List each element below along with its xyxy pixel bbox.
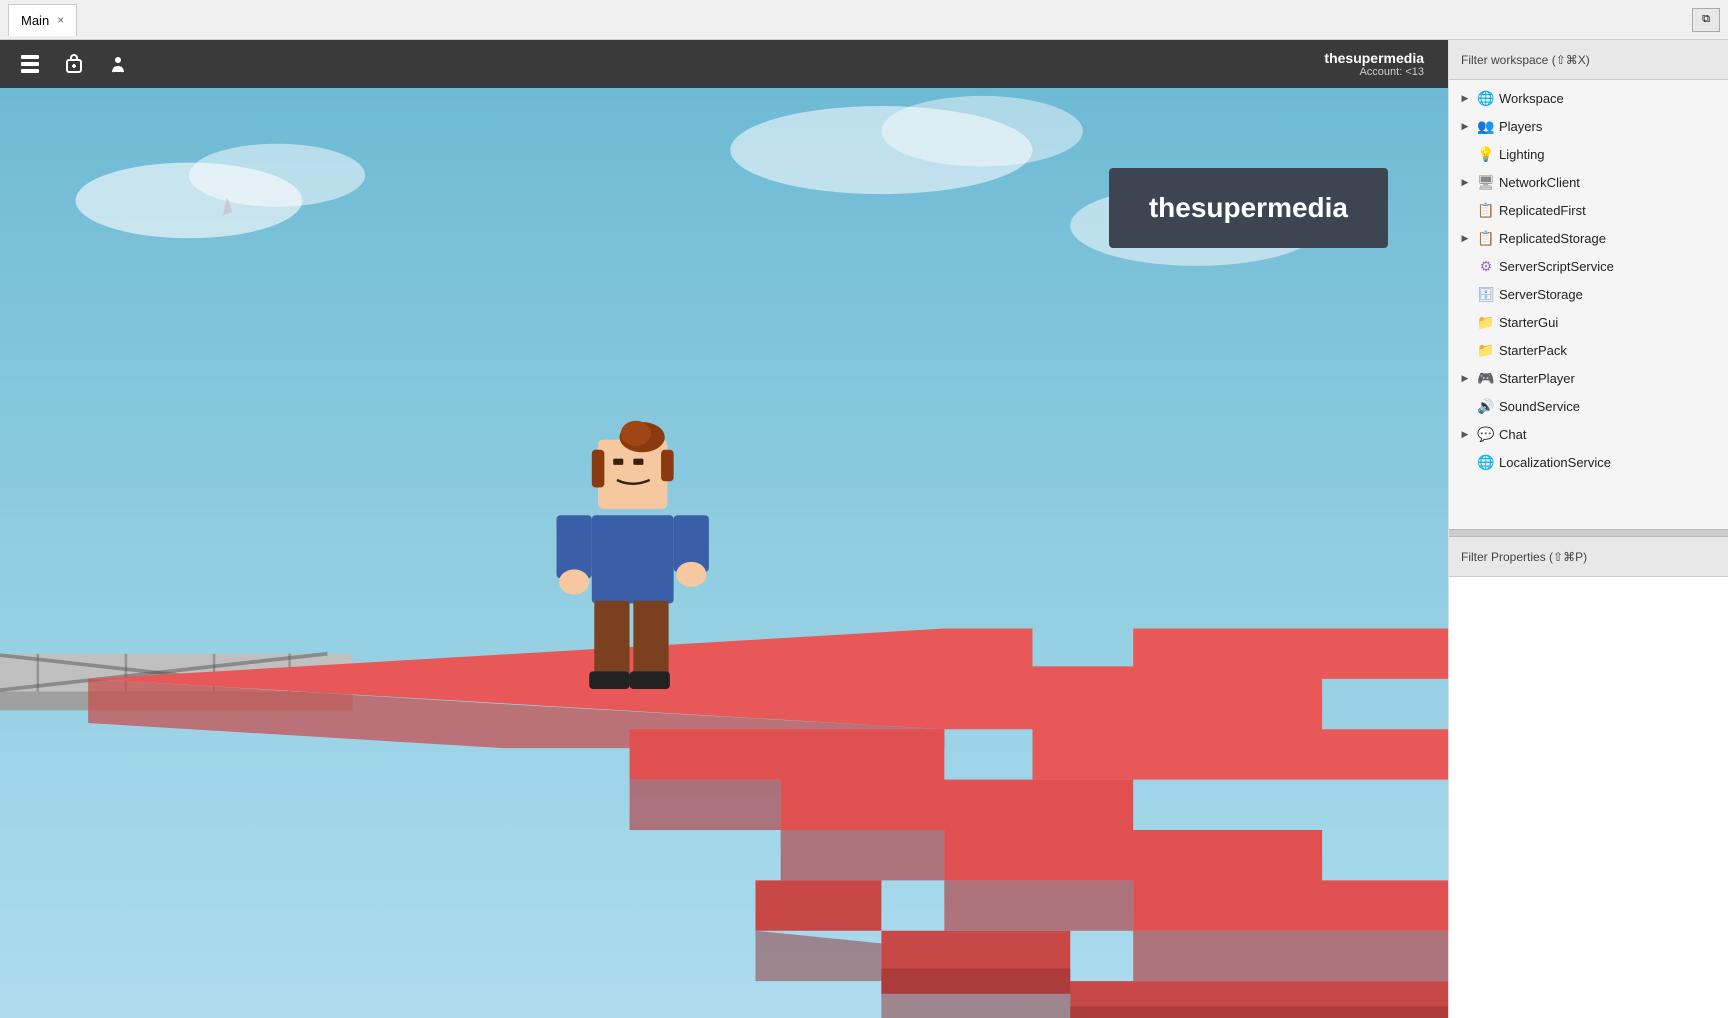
- tree-item-starterpack[interactable]: 📁 StarterPack: [1449, 336, 1728, 364]
- tree-icon-localizationservice: 🌐: [1477, 453, 1495, 471]
- restore-button[interactable]: ⧉: [1692, 8, 1720, 32]
- tree-arrow-networkclient: [1457, 174, 1473, 190]
- tree-icon-players: 👥: [1477, 117, 1495, 135]
- tree-label-localizationservice: LocalizationService: [1499, 455, 1720, 470]
- tree-item-starterplayer[interactable]: 🎮 StarterPlayer: [1449, 364, 1728, 392]
- tree-arrow-starterpack: [1457, 342, 1473, 358]
- tree-arrow-chat: [1457, 426, 1473, 442]
- main-content: thesupermedia Account: <13: [0, 40, 1728, 1018]
- properties-area: [1449, 577, 1728, 1018]
- filter-workspace-label: Filter workspace (⇧⌘X): [1461, 53, 1590, 67]
- tree-item-lighting[interactable]: 💡 Lighting: [1449, 140, 1728, 168]
- tree-item-serverscriptservice[interactable]: ⚙ ServerScriptService: [1449, 252, 1728, 280]
- tree-label-soundservice: SoundService: [1499, 399, 1720, 414]
- tree-label-networkclient: NetworkClient: [1499, 175, 1720, 190]
- title-bar: Main × ⧉: [0, 0, 1728, 40]
- tree-label-chat: Chat: [1499, 427, 1720, 442]
- tree-label-replicatedstorage: ReplicatedStorage: [1499, 231, 1720, 246]
- explorer-tree[interactable]: 🌐 Workspace 👥 Players 💡 Lighting 🖥 Netwo…: [1449, 80, 1728, 529]
- tree-item-serverstorage[interactable]: 🗄 ServerStorage: [1449, 280, 1728, 308]
- tree-label-starterplayer: StarterPlayer: [1499, 371, 1720, 386]
- main-tab[interactable]: Main ×: [8, 4, 77, 36]
- toolbar-account: Account: <13: [1324, 66, 1424, 78]
- tree-item-players[interactable]: 👥 Players: [1449, 112, 1728, 140]
- tree-label-serverstorage: ServerStorage: [1499, 287, 1720, 302]
- tree-arrow-soundservice: [1457, 398, 1473, 414]
- tree-arrow-localizationservice: [1457, 454, 1473, 470]
- tree-item-startergui[interactable]: 📁 StarterGui: [1449, 308, 1728, 336]
- username-overlay: thesupermedia: [1109, 168, 1388, 248]
- tree-label-players: Players: [1499, 119, 1720, 134]
- panel-divider: [1449, 529, 1728, 537]
- toolbar: thesupermedia Account: <13: [0, 40, 1448, 88]
- backpack-button[interactable]: [56, 46, 92, 82]
- tree-arrow-startergui: [1457, 314, 1473, 330]
- tree-icon-networkclient: 🖥: [1477, 173, 1495, 191]
- tree-label-startergui: StarterGui: [1499, 315, 1720, 330]
- tree-item-replicatedfirst[interactable]: 📋 ReplicatedFirst: [1449, 196, 1728, 224]
- tree-arrow-lighting: [1457, 146, 1473, 162]
- tree-arrow-replicatedstorage: [1457, 230, 1473, 246]
- tree-label-workspace: Workspace: [1499, 91, 1720, 106]
- toolbar-username: thesupermedia: [1324, 50, 1424, 66]
- tree-label-starterpack: StarterPack: [1499, 343, 1720, 358]
- tree-icon-startergui: 📁: [1477, 313, 1495, 331]
- filter-workspace-bar: Filter workspace (⇧⌘X): [1449, 40, 1728, 80]
- tree-label-lighting: Lighting: [1499, 147, 1720, 162]
- tree-arrow-players: [1457, 118, 1473, 134]
- tree-icon-lighting: 💡: [1477, 145, 1495, 163]
- filter-properties-label: Filter Properties (⇧⌘P): [1461, 550, 1587, 564]
- tree-item-localizationservice[interactable]: 🌐 LocalizationService: [1449, 448, 1728, 476]
- overlay-username: thesupermedia: [1149, 192, 1348, 223]
- user-info: thesupermedia Account: <13: [1324, 50, 1424, 78]
- tree-icon-serverstorage: 🗄: [1477, 285, 1495, 303]
- tree-arrow-serverscriptservice: [1457, 258, 1473, 274]
- tree-icon-soundservice: 🔊: [1477, 397, 1495, 415]
- tree-item-replicatedstorage[interactable]: 📋 ReplicatedStorage: [1449, 224, 1728, 252]
- tree-arrow-starterplayer: [1457, 370, 1473, 386]
- tree-item-workspace[interactable]: 🌐 Workspace: [1449, 84, 1728, 112]
- tree-icon-starterplayer: 🎮: [1477, 369, 1495, 387]
- title-bar-controls: ⧉: [1692, 8, 1720, 32]
- viewport-canvas[interactable]: thesupermedia: [0, 88, 1448, 1018]
- filter-properties-bar: Filter Properties (⇧⌘P): [1449, 537, 1728, 577]
- tree-icon-chat: 💬: [1477, 425, 1495, 443]
- tree-item-chat[interactable]: 💬 Chat: [1449, 420, 1728, 448]
- viewport-panel: thesupermedia Account: <13: [0, 40, 1448, 1018]
- tree-item-networkclient[interactable]: 🖥 NetworkClient: [1449, 168, 1728, 196]
- tree-item-soundservice[interactable]: 🔊 SoundService: [1449, 392, 1728, 420]
- tree-arrow-workspace: [1457, 90, 1473, 106]
- tab-close-button[interactable]: ×: [57, 14, 64, 26]
- tree-arrow-serverstorage: [1457, 286, 1473, 302]
- tree-label-replicatedfirst: ReplicatedFirst: [1499, 203, 1720, 218]
- tree-icon-serverscriptservice: ⚙: [1477, 257, 1495, 275]
- tree-arrow-replicatedfirst: [1457, 202, 1473, 218]
- right-panel: Filter workspace (⇧⌘X) 🌐 Workspace 👥 Pla…: [1448, 40, 1728, 1018]
- tree-icon-replicatedstorage: 📋: [1477, 229, 1495, 247]
- avatar-button[interactable]: [100, 46, 136, 82]
- tree-icon-starterpack: 📁: [1477, 341, 1495, 359]
- tree-icon-replicatedfirst: 📋: [1477, 201, 1495, 219]
- tree-label-serverscriptservice: ServerScriptService: [1499, 259, 1720, 274]
- select-tool-button[interactable]: [12, 46, 48, 82]
- tree-icon-workspace: 🌐: [1477, 89, 1495, 107]
- tab-label: Main: [21, 13, 49, 28]
